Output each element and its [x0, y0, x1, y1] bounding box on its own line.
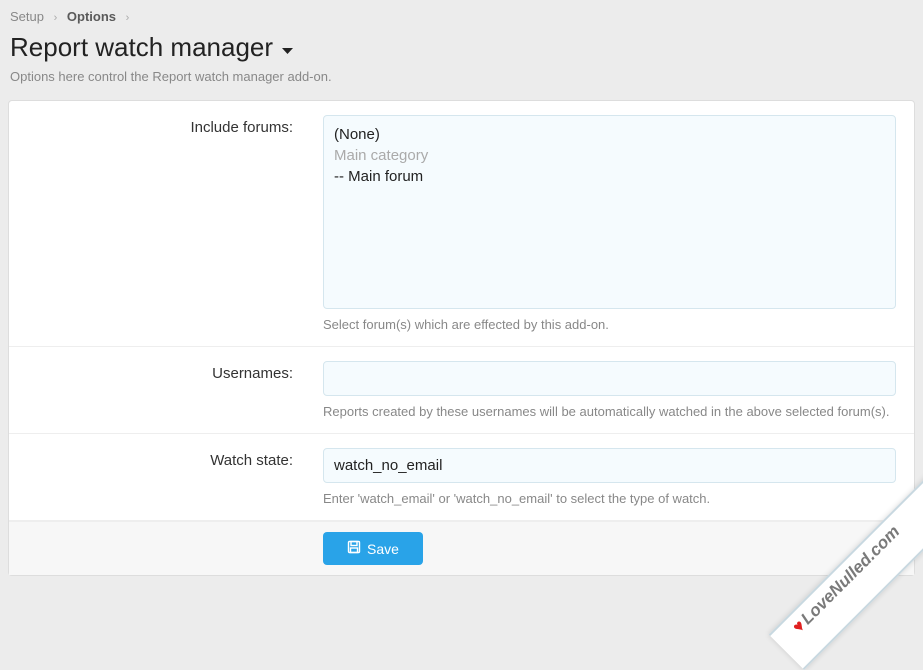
forum-option-main-forum[interactable]: -- Main forum [334, 166, 885, 187]
watch-state-input[interactable] [323, 448, 896, 483]
save-icon [347, 540, 361, 557]
row-usernames: Usernames: Reports created by these user… [9, 347, 914, 434]
control-include-forums: (None) Main category -- Main forum Selec… [309, 101, 914, 346]
page-title-text: Report watch manager [10, 32, 273, 63]
save-button-label: Save [367, 541, 399, 557]
label-watch-state: Watch state: [9, 434, 309, 520]
breadcrumb-options[interactable]: Options [67, 9, 116, 24]
control-watch-state: Enter 'watch_email' or 'watch_no_email' … [309, 434, 914, 520]
page-description: Options here control the Report watch ma… [0, 67, 923, 94]
hint-include-forums: Select forum(s) which are effected by th… [323, 317, 896, 332]
chevron-right-icon: › [54, 12, 58, 24]
caret-down-icon [281, 32, 294, 63]
panel-footer: Save [9, 521, 914, 575]
page-title[interactable]: Report watch manager [0, 30, 923, 67]
hint-watch-state: Enter 'watch_email' or 'watch_no_email' … [323, 491, 896, 506]
save-button[interactable]: Save [323, 532, 423, 565]
label-usernames: Usernames: [9, 347, 309, 433]
control-usernames: Reports created by these usernames will … [309, 347, 914, 433]
usernames-input[interactable] [323, 361, 896, 396]
hint-usernames: Reports created by these usernames will … [323, 404, 896, 419]
forum-option-main-category: Main category [334, 145, 885, 166]
row-include-forums: Include forums: (None) Main category -- … [9, 101, 914, 347]
chevron-right-icon: › [126, 12, 130, 24]
row-watch-state: Watch state: Enter 'watch_email' or 'wat… [9, 434, 914, 521]
breadcrumb-setup[interactable]: Setup [10, 9, 44, 24]
options-panel: Include forums: (None) Main category -- … [8, 100, 915, 576]
label-include-forums: Include forums: [9, 101, 309, 346]
forum-option-none[interactable]: (None) [334, 124, 885, 145]
include-forums-listbox[interactable]: (None) Main category -- Main forum [323, 115, 896, 309]
breadcrumb: Setup › Options › [0, 0, 923, 30]
